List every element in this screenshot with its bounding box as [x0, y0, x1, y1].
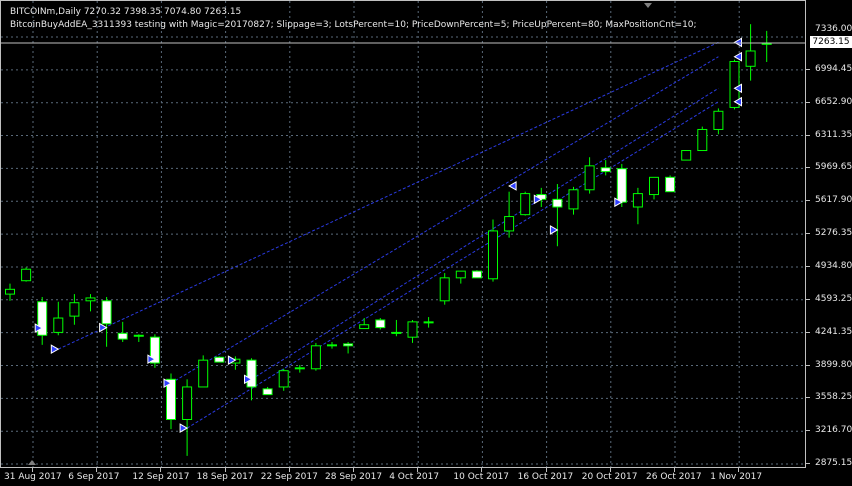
price-tick — [806, 298, 810, 300]
bull-candle — [198, 359, 209, 388]
bull-candle — [182, 386, 193, 421]
time-label: 31 Aug 2017 — [4, 472, 62, 482]
time-label: 4 Oct 2017 — [389, 472, 440, 482]
bull-candle — [713, 110, 724, 130]
bull-candle — [21, 268, 32, 282]
price-tick — [806, 331, 810, 333]
bull-candle — [520, 193, 531, 216]
bull-candle — [391, 331, 402, 334]
time-label: 6 Sep 2017 — [68, 472, 120, 482]
time-label: 12 Sep 2017 — [132, 472, 190, 482]
close-arrow-icon — [733, 37, 742, 48]
price-label: 7336.00 — [815, 24, 852, 34]
trade-trend-line — [170, 56, 719, 384]
trade-trend-line — [186, 101, 719, 429]
price-label: 5617.90 — [815, 195, 852, 206]
bull-candle — [455, 270, 466, 279]
price-label: 5969.65 — [815, 162, 852, 173]
price-label: 3216.70 — [815, 425, 852, 436]
price-label: 3558.25 — [815, 392, 852, 403]
bear-candle — [600, 167, 611, 173]
time-label: 1 Nov 2017 — [710, 472, 763, 482]
bull-candle — [278, 370, 289, 388]
bear-candle — [665, 176, 676, 193]
time-label: 10 Oct 2017 — [453, 472, 510, 482]
price-tick — [806, 167, 810, 169]
expert-advisor-info: BitcoinBuyAddEA_3311393 testing with Mag… — [10, 20, 697, 30]
time-label: 20 Oct 2017 — [581, 472, 638, 482]
price-label: 4241.35 — [815, 326, 852, 337]
bull-candle — [359, 324, 370, 330]
bull-candle — [488, 230, 498, 280]
buy-arrow-icon — [549, 225, 559, 235]
price-tick — [806, 265, 810, 267]
bull-candle — [568, 189, 579, 210]
price-chart-canvas[interactable] — [1, 1, 806, 468]
price-label: 3899.80 — [815, 359, 852, 370]
price-tick — [806, 397, 810, 399]
bull-candle — [53, 317, 64, 333]
price-label: 6311.35 — [815, 129, 852, 140]
bear-candle — [214, 356, 225, 363]
bull-candle — [632, 193, 643, 208]
bear-candle — [262, 388, 273, 396]
bear-candle — [616, 168, 627, 203]
price-tick — [806, 364, 810, 366]
bull-candle — [504, 216, 515, 232]
price-tick — [806, 134, 810, 136]
price-tick — [806, 463, 810, 465]
buy-arrow-icon — [50, 344, 60, 355]
bull-candle — [327, 344, 337, 347]
bull-candle — [294, 367, 305, 370]
bull-candle — [649, 176, 659, 196]
bear-candle — [246, 359, 257, 388]
bull-candle — [5, 288, 15, 295]
time-label: 18 Sep 2017 — [196, 472, 254, 482]
price-tick — [806, 101, 810, 103]
chart-window[interactable]: BITCOINm,Daily 7270.32 7398.35 7074.80 7… — [0, 0, 852, 486]
bear-candle — [133, 334, 144, 337]
time-axis[interactable]: 31 Aug 2017 6 Sep 2017 12 Sep 2017 18 Sep 2… — [0, 468, 806, 486]
bull-candle — [310, 345, 321, 370]
close-arrow-icon — [508, 181, 517, 191]
price-label: 2875.15 — [815, 458, 852, 469]
price-label: 6994.45 — [815, 63, 852, 74]
price-tick — [806, 233, 810, 235]
price-label: 4593.25 — [815, 293, 852, 304]
time-label: 22 Sep 2017 — [260, 472, 318, 482]
bull-candle — [681, 150, 692, 161]
buy-arrow-icon — [99, 322, 108, 333]
chart-plot-area[interactable]: BITCOINm,Daily 7270.32 7398.35 7074.80 7… — [0, 0, 806, 468]
price-tick — [806, 68, 810, 70]
bear-candle — [471, 270, 482, 279]
price-label: 5276.35 — [815, 228, 852, 239]
price-axis[interactable]: 7263.15 6994.45 6652.90 6311.35 5969.65 5617… — [806, 0, 852, 468]
time-label: 26 Oct 2017 — [646, 472, 702, 482]
time-label: 16 Oct 2017 — [517, 472, 574, 482]
price-tick — [806, 430, 810, 432]
price-label: 6652.90 — [815, 96, 852, 107]
bear-candle — [101, 300, 112, 325]
bear-candle — [375, 319, 386, 329]
bear-candle — [343, 343, 354, 347]
price-label: 4934.80 — [815, 260, 852, 271]
current-price-tag: 7263.15 — [810, 36, 852, 48]
bull-candle — [745, 50, 756, 67]
close-arrow-icon — [733, 51, 742, 62]
bear-candle — [552, 198, 563, 208]
bull-candle — [584, 165, 595, 191]
bull-candle — [69, 302, 80, 317]
price-tick — [806, 200, 810, 202]
bull-candle — [407, 321, 418, 338]
time-label: 28 Sep 2017 — [325, 472, 383, 482]
bull-candle — [85, 297, 96, 302]
bear-candle — [117, 332, 128, 340]
scroll-position-marker-icon[interactable] — [28, 460, 36, 465]
chart-shift-marker-icon[interactable] — [644, 3, 652, 8]
bull-candle — [697, 128, 708, 152]
chart-symbol-info: BITCOINm,Daily 7270.32 7398.35 7074.80 7… — [10, 7, 242, 17]
bull-candle — [439, 277, 450, 302]
bull-candle — [423, 321, 434, 324]
